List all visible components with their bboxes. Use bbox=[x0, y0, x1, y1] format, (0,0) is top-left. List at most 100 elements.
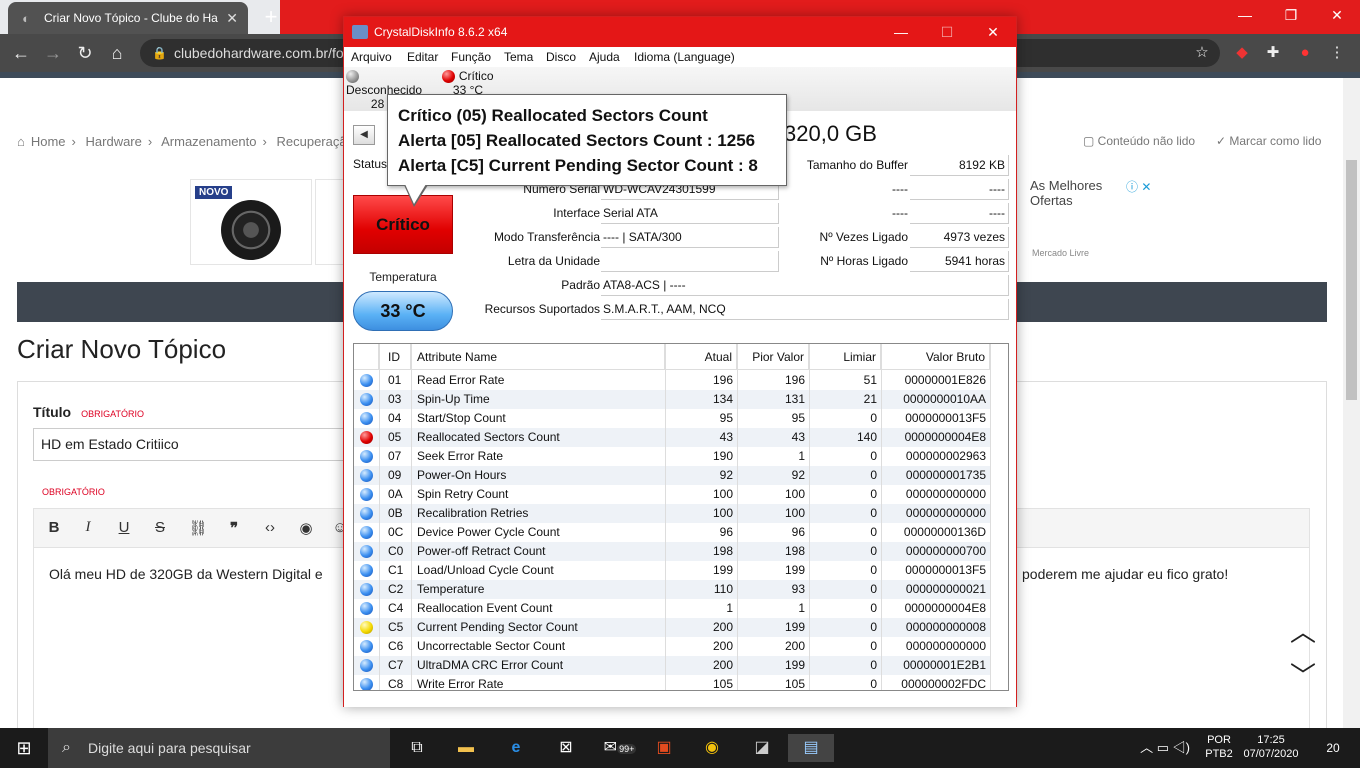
input-language[interactable]: POR PTB2 bbox=[1202, 728, 1236, 768]
table-row[interactable]: 09 Power-On Hours 92 92 0 000000001735 bbox=[354, 466, 990, 485]
quote-icon[interactable]: ❞ bbox=[224, 519, 244, 537]
page-scrollbar-thumb[interactable] bbox=[1346, 160, 1357, 400]
row-worst: 100 bbox=[784, 487, 805, 501]
home-icon[interactable]: ⌂ bbox=[106, 42, 128, 64]
breadcrumb-item[interactable]: Recuperaçã bbox=[276, 134, 346, 149]
cdi-close-icon[interactable]: ✕ bbox=[970, 17, 1016, 47]
mark-read-link[interactable]: ✓ Marcar como lido bbox=[1216, 134, 1321, 148]
title-input[interactable]: HD em Estado Critiico bbox=[33, 428, 353, 461]
underline-icon[interactable]: U bbox=[114, 519, 134, 536]
prev-disk-button[interactable]: ◀ bbox=[353, 125, 375, 145]
row-attribute-name: Device Power Cycle Count bbox=[417, 525, 560, 539]
forward-icon[interactable]: → bbox=[42, 42, 64, 64]
row-status-dot bbox=[354, 447, 379, 466]
power-on-count-value: 4973 vezes bbox=[910, 227, 1009, 248]
col-threshold[interactable]: Limiar bbox=[809, 344, 881, 370]
table-row[interactable]: C8 Write Error Rate 105 105 0 000000002FDC bbox=[354, 675, 990, 690]
strikethrough-icon[interactable]: S bbox=[150, 519, 170, 536]
row-threshold: 0 bbox=[870, 449, 877, 463]
health-dot-icon bbox=[360, 526, 373, 539]
col-current[interactable]: Atual bbox=[665, 344, 737, 370]
table-row[interactable]: C1 Load/Unload Cycle Count 199 199 0 00000000… bbox=[354, 561, 990, 580]
tab-close-icon[interactable]: ✕ bbox=[226, 10, 238, 27]
ad-product-card[interactable]: NOVO bbox=[190, 179, 312, 265]
menu-ajuda[interactable]: Ajuda bbox=[589, 50, 620, 64]
table-row[interactable]: 0A Spin Retry Count 100 100 0 000000000000 bbox=[354, 485, 990, 504]
edge-icon[interactable]: e bbox=[502, 734, 530, 762]
ad-close-icon[interactable]: ⓘ ✕ bbox=[1126, 178, 1151, 195]
menu-tema[interactable]: Tema bbox=[504, 50, 533, 64]
menu-kebab-icon[interactable]: ⋮ bbox=[1326, 42, 1348, 64]
clock[interactable]: 17:25 07/07/2020 bbox=[1238, 728, 1304, 768]
breadcrumb-item[interactable]: Hardware bbox=[86, 134, 142, 149]
mail-icon[interactable]: ✉ 99+ bbox=[600, 734, 640, 762]
col-id[interactable]: ID bbox=[379, 344, 411, 370]
minimize-icon[interactable]: — bbox=[1222, 0, 1268, 30]
ad-offers-title: As Melhores Ofertas bbox=[1030, 178, 1103, 208]
back-icon[interactable]: ← bbox=[10, 42, 32, 64]
taskbar-search[interactable]: ⌕ Digite aqui para pesquisar bbox=[48, 728, 390, 768]
scroll-up-icon[interactable]: ︿ bbox=[1290, 612, 1316, 649]
notification-center-icon[interactable]: 20 bbox=[1318, 728, 1348, 768]
system-tray-icons[interactable]: ︿ ▭ ◁) bbox=[1130, 728, 1200, 768]
store-icon[interactable]: ⊠ bbox=[552, 734, 580, 762]
row-threshold: 0 bbox=[870, 487, 877, 501]
breadcrumb-item[interactable]: Armazenamento bbox=[161, 134, 256, 149]
office-icon[interactable]: ▣ bbox=[650, 734, 678, 762]
browser-tab[interactable]: ◐ Criar Novo Tópico - Clube do Ha ✕ bbox=[8, 2, 248, 34]
unread-content-link[interactable]: ▢ Conteúdo não lido bbox=[1083, 134, 1195, 148]
chrome-icon[interactable]: ◉ bbox=[698, 734, 726, 762]
preview-eye-icon[interactable]: ◉ bbox=[296, 519, 316, 537]
menu-disco[interactable]: Disco bbox=[546, 50, 576, 64]
table-row[interactable]: 01 Read Error Rate 196 196 51 00000001E826 bbox=[354, 371, 990, 390]
col-attribute-name[interactable]: Attribute Name bbox=[411, 344, 665, 370]
reload-icon[interactable]: ↻ bbox=[74, 42, 96, 64]
table-row[interactable]: 03 Spin-Up Time 134 131 21 0000000010AA bbox=[354, 390, 990, 409]
table-row[interactable]: C6 Uncorrectable Sector Count 200 200 0 00000… bbox=[354, 637, 990, 656]
table-row[interactable]: 05 Reallocated Sectors Count 43 43 140 000000… bbox=[354, 428, 990, 447]
health-dot-icon bbox=[360, 640, 373, 653]
row-threshold: 140 bbox=[856, 430, 877, 444]
bookmark-star-icon[interactable]: ☆ bbox=[1191, 42, 1213, 64]
file-explorer-icon[interactable]: ▬ bbox=[452, 734, 480, 762]
app-icon[interactable]: ◪ bbox=[748, 734, 776, 762]
menu-idioma[interactable]: Idioma (Language) bbox=[634, 50, 735, 64]
italic-icon[interactable]: I bbox=[78, 519, 98, 536]
table-row[interactable]: 04 Start/Stop Count 95 95 0 0000000013F5 bbox=[354, 409, 990, 428]
task-view-icon[interactable]: ⧉ bbox=[403, 734, 431, 762]
cdi-maximize-icon[interactable]: ☐ bbox=[924, 17, 970, 47]
table-row[interactable]: C0 Power-off Retract Count 198 198 0 00000000… bbox=[354, 542, 990, 561]
col-raw-value[interactable]: Valor Bruto bbox=[881, 344, 990, 370]
date-text: 07/07/2020 bbox=[1243, 748, 1299, 760]
bold-icon[interactable]: B bbox=[44, 519, 64, 536]
table-row[interactable]: C2 Temperature 110 93 0 000000000021 bbox=[354, 580, 990, 599]
menu-arquivo[interactable]: Arquivo bbox=[351, 50, 392, 64]
maximize-icon[interactable]: ❐ bbox=[1268, 0, 1314, 30]
menu-editar[interactable]: Editar bbox=[407, 50, 438, 64]
breadcrumb-item[interactable]: Home bbox=[31, 134, 66, 149]
table-row[interactable]: C4 Reallocation Event Count 1 1 0 0000000004E… bbox=[354, 599, 990, 618]
smart-attribute-table[interactable]: ID Attribute Name Atual Pior Valor Limia… bbox=[353, 343, 1009, 691]
scroll-down-icon[interactable]: ﹀ bbox=[1290, 656, 1316, 693]
menu-funcao[interactable]: Função bbox=[451, 50, 491, 64]
col-worst[interactable]: Pior Valor bbox=[737, 344, 809, 370]
health-status-button[interactable]: Crítico bbox=[353, 195, 453, 254]
temperature-value[interactable]: 33 °C bbox=[353, 291, 453, 331]
windows-start-icon[interactable]: ⊞ bbox=[0, 728, 48, 768]
link-icon[interactable]: ⛓ bbox=[188, 519, 208, 537]
crystaldiskinfo-taskbar-icon[interactable]: ▤ bbox=[788, 734, 834, 762]
new-tab-button[interactable]: + bbox=[260, 4, 282, 30]
row-attribute-name: Spin Retry Count bbox=[417, 487, 509, 501]
table-row[interactable]: 07 Seek Error Rate 190 1 0 000000002963 bbox=[354, 447, 990, 466]
table-row[interactable]: 0B Recalibration Retries 100 100 0 0000000000… bbox=[354, 504, 990, 523]
profile-avatar-icon[interactable]: ● bbox=[1294, 42, 1316, 64]
code-icon[interactable]: ‹› bbox=[260, 519, 280, 536]
cdi-minimize-icon[interactable]: — bbox=[878, 17, 924, 47]
extension-icon[interactable]: ◆ bbox=[1231, 42, 1253, 64]
table-row[interactable]: C7 UltraDMA CRC Error Count 200 199 0 0000000… bbox=[354, 656, 990, 675]
close-window-icon[interactable]: ✕ bbox=[1314, 0, 1360, 30]
row-status-dot bbox=[354, 523, 379, 542]
table-row[interactable]: 0C Device Power Cycle Count 96 96 0 000000001… bbox=[354, 523, 990, 542]
extensions-puzzle-icon[interactable]: ✚ bbox=[1262, 42, 1284, 64]
table-row[interactable]: C5 Current Pending Sector Count 200 199 0 000… bbox=[354, 618, 990, 637]
